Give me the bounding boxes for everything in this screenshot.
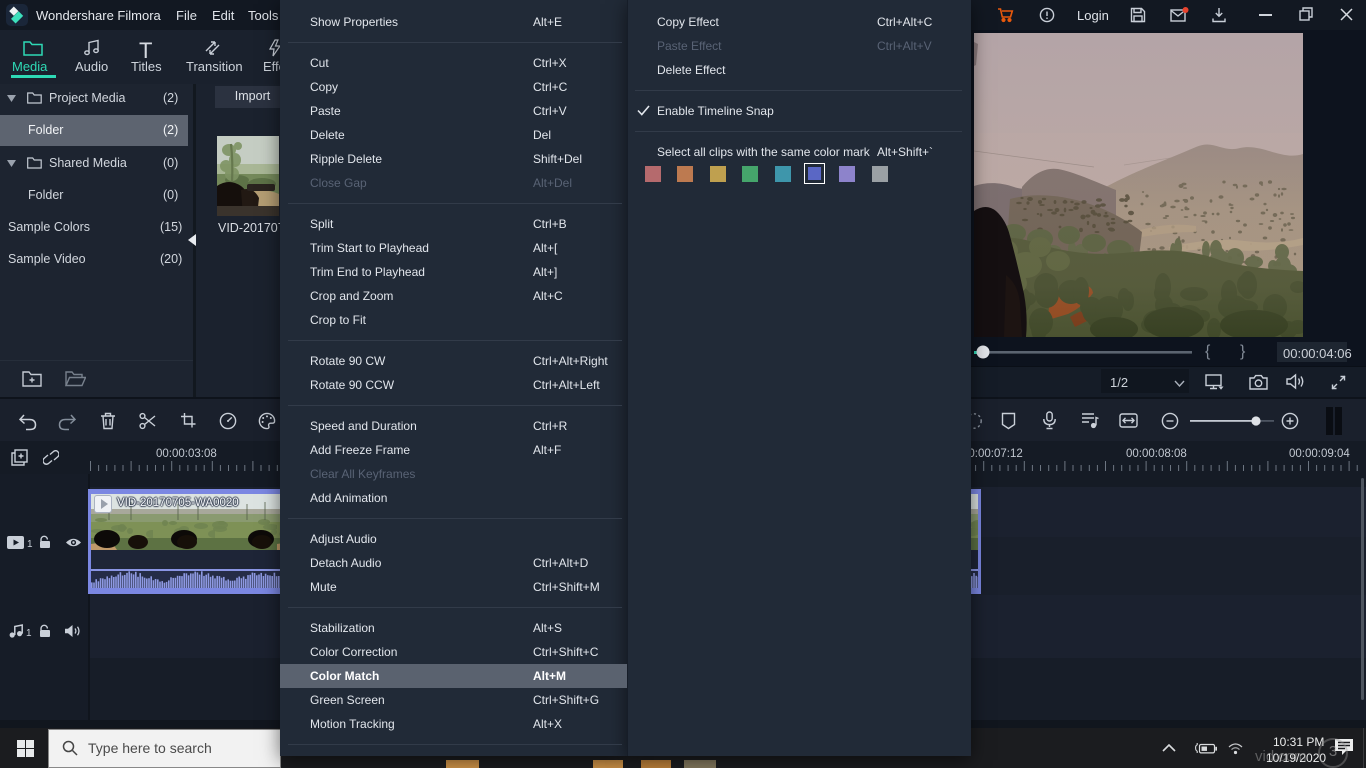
svg-text:1: 1: [26, 628, 32, 638]
svg-text:1: 1: [27, 539, 33, 549]
